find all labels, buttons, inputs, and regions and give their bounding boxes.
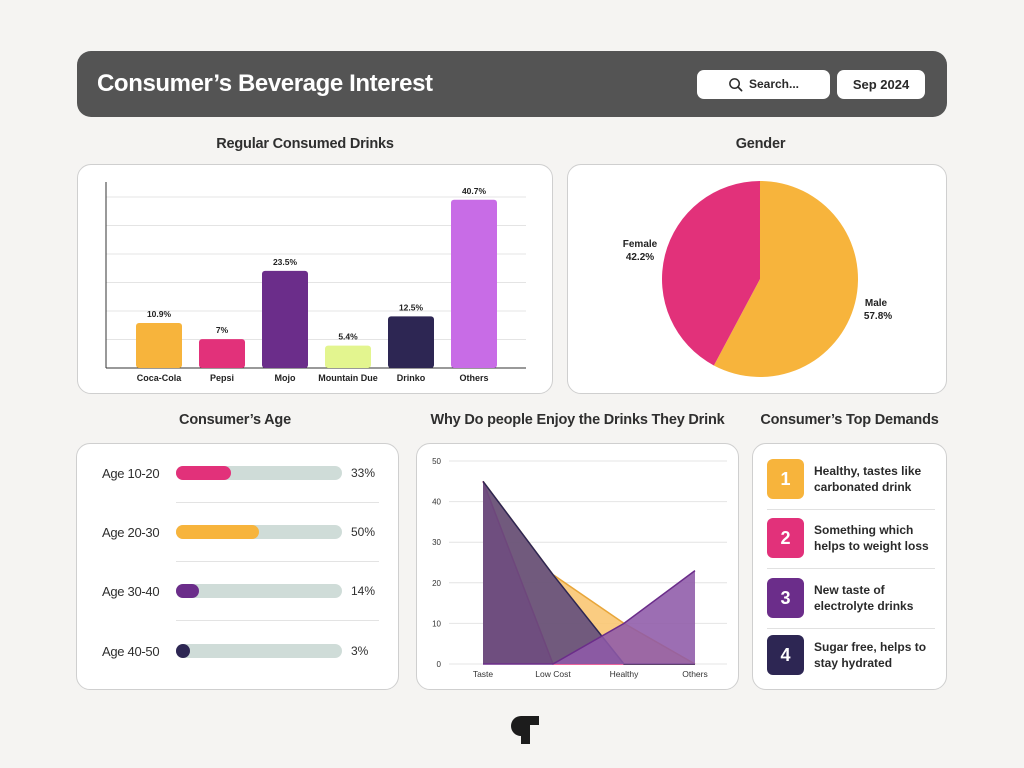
- gender-section-title: Gender: [735, 136, 786, 152]
- demand-text: Sugar free, helps to stay hydrated: [814, 639, 926, 671]
- age-progress-track: [176, 644, 342, 658]
- bar-coca-cola: [136, 322, 182, 368]
- demand-rank-badge: 2: [767, 518, 804, 558]
- age-label: Age 30-40: [102, 583, 160, 599]
- bar-value-label: 5.4%: [338, 332, 358, 342]
- divider: [767, 628, 935, 629]
- bar-category-label: Mojo: [275, 373, 296, 383]
- y-tick-label: 40: [432, 498, 441, 507]
- age-progress-track: [176, 584, 342, 598]
- demand-text: Healthy, tastes like carbonated drink: [814, 463, 921, 495]
- demand-text-line: Sugar free, helps to: [814, 640, 927, 654]
- age-row: Age 40-50 3%: [77, 631, 398, 671]
- demand-item: 2 Something which helps to weight loss: [767, 516, 935, 560]
- demands-card: 1 Healthy, tastes like carbonated drink 2 So…: [752, 443, 947, 690]
- date-selector[interactable]: Sep 2024: [837, 69, 925, 99]
- age-label: Age 10-20: [102, 465, 160, 481]
- age-progress-fill: [176, 525, 259, 539]
- enjoy-area-chart: 0 10 20 30 40 50 Taste Low Cost Healthy Others: [432, 457, 727, 679]
- demand-text-line: electrolyte drinks: [814, 599, 914, 613]
- pie-value-female: 42.2%: [626, 252, 654, 263]
- x-tick-label: Low Cost: [535, 669, 571, 679]
- age-percent: 33%: [351, 466, 376, 480]
- x-tick-label: Others: [682, 669, 708, 679]
- page-title: Consumer’s Beverage Interest: [97, 70, 433, 97]
- pie-label-male: Male: [865, 298, 888, 309]
- bar-value-label: 7%: [216, 325, 229, 335]
- gender-pie-chart: Male 57.8% Female 42.2%: [623, 181, 892, 377]
- divider: [767, 509, 935, 510]
- age-section-title: Consumer’s Age: [179, 412, 291, 428]
- age-progress-track: [176, 525, 342, 539]
- bar-value-label: 40.7%: [462, 186, 487, 196]
- bar-mountain-due: [325, 345, 371, 368]
- age-label: Age 20-30: [102, 524, 160, 540]
- demand-text: New taste of electrolyte drinks: [814, 582, 913, 614]
- age-percent: 14%: [351, 584, 376, 598]
- demand-text: Something which helps to weight loss: [814, 522, 929, 554]
- divider: [767, 568, 935, 569]
- bar-category-label: Coca-Cola: [137, 373, 183, 383]
- demand-rank-badge: 1: [767, 459, 804, 499]
- bar-drinko: [388, 316, 434, 368]
- divider: [176, 620, 379, 621]
- gender-pie-chart-card: Male 57.8% Female 42.2%: [567, 164, 947, 394]
- drinks-bar-chart: 10.9% Coca-Cola 7% Pepsi 23.5% Mojo 5.4% Mounta…: [105, 182, 526, 383]
- y-tick-label: 50: [432, 457, 441, 466]
- divider: [176, 561, 379, 562]
- x-tick-label: Taste: [473, 669, 494, 679]
- age-progress-fill: [176, 584, 200, 598]
- age-progress-fill: [176, 644, 190, 658]
- search-placeholder: Search...: [748, 77, 800, 91]
- age-percent: 3%: [351, 644, 369, 658]
- age-row: Age 30-40 14%: [77, 571, 398, 611]
- demand-text-line: New taste of: [814, 583, 885, 597]
- bar-category-label: Pepsi: [210, 373, 234, 383]
- y-tick-label: 30: [432, 538, 441, 547]
- y-tick-label: 10: [432, 619, 441, 628]
- age-row: Age 20-30 50%: [77, 512, 398, 552]
- pie-value-male: 57.8%: [864, 311, 892, 322]
- age-progress-fill: [176, 466, 231, 480]
- demand-item: 3 New taste of electrolyte drinks: [767, 576, 935, 620]
- bar-pepsi: [199, 339, 245, 368]
- age-label: Age 40-50: [102, 643, 160, 659]
- age-card: Age 10-20 33% Age 20-30 50% Age 30-40 14% Age …: [76, 443, 399, 690]
- y-tick-label: 20: [432, 579, 441, 588]
- search-input[interactable]: Search...: [697, 69, 830, 99]
- dashboard-header: Consumer’s Beverage Interest Search... S…: [77, 51, 947, 117]
- y-tick-label: 0: [437, 660, 442, 669]
- pie-label-female: Female: [623, 239, 658, 250]
- age-row: Age 10-20 33%: [77, 453, 398, 493]
- enjoy-section-title: Why Do people Enjoy the Drinks They Drin…: [430, 412, 725, 428]
- age-percent: 50%: [351, 525, 376, 539]
- bar-value-label: 23.5%: [273, 257, 298, 267]
- enjoy-area-chart-card: 0 10 20 30 40 50 Taste Low Cost Healthy Others: [416, 443, 739, 690]
- demand-text-line: Something which: [814, 523, 914, 537]
- demand-text-line: helps to weight loss: [814, 539, 929, 553]
- bar-category-label: Mountain Due: [318, 373, 378, 383]
- demand-text-line: Healthy, tastes like: [814, 464, 922, 478]
- bar-category-label: Others: [459, 373, 488, 383]
- demands-section-title: Consumer’s Top Demands: [760, 412, 939, 428]
- bar-others: [451, 199, 497, 368]
- bar-value-label: 10.9%: [147, 309, 172, 319]
- demand-item: 4 Sugar free, helps to stay hydrated: [767, 633, 935, 677]
- demand-rank-badge: 4: [767, 635, 804, 675]
- drinks-bar-chart-card: 10.9% Coca-Cola 7% Pepsi 23.5% Mojo 5.4% Mounta…: [77, 164, 553, 394]
- demand-text-line: carbonated drink: [814, 480, 912, 494]
- divider: [176, 502, 379, 503]
- bar-mojo: [262, 270, 308, 368]
- demand-item: 1 Healthy, tastes like carbonated drink: [767, 457, 935, 501]
- demand-rank-badge: 3: [767, 578, 804, 618]
- age-progress-track: [176, 466, 342, 480]
- bar-category-label: Drinko: [397, 373, 426, 383]
- demand-text-line: stay hydrated: [814, 656, 893, 670]
- brand-logo: [511, 716, 539, 744]
- bar-value-label: 12.5%: [399, 302, 424, 312]
- search-icon: [729, 77, 743, 91]
- drinks-section-title: Regular Consumed Drinks: [216, 136, 394, 152]
- x-tick-label: Healthy: [610, 669, 640, 679]
